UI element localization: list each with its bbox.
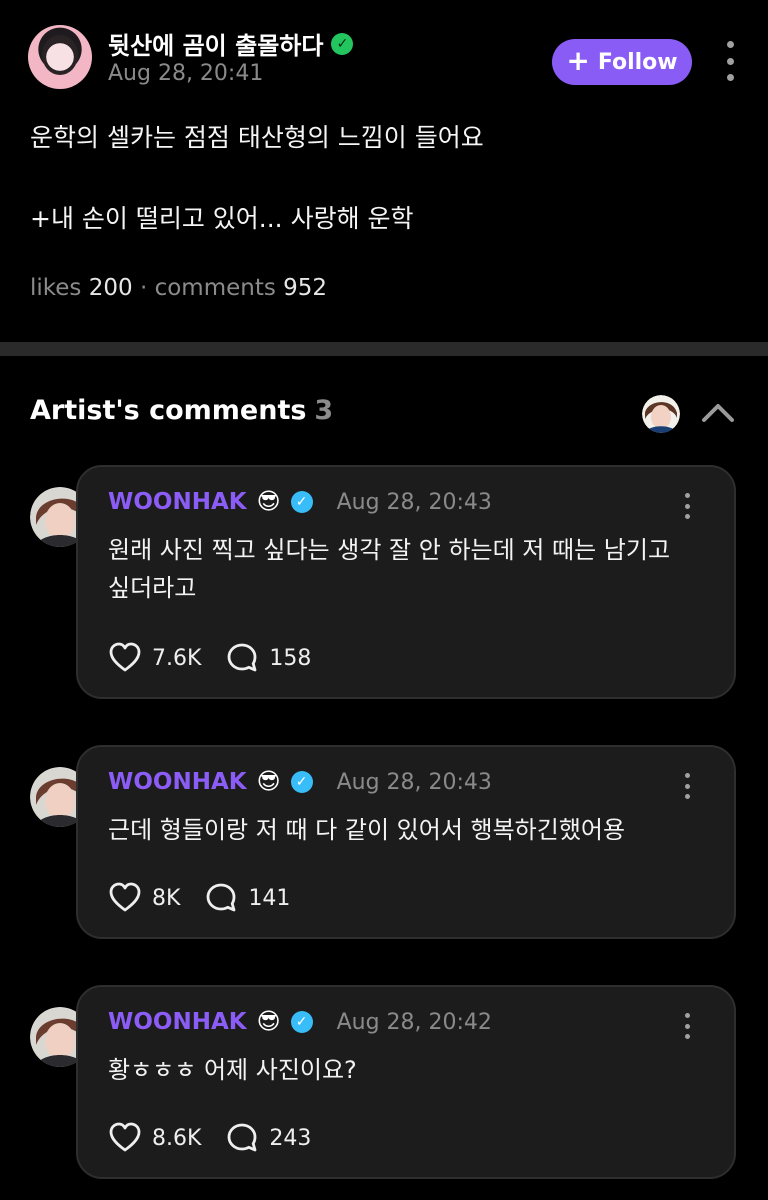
author-avatar[interactable]	[28, 25, 92, 89]
comment-card[interactable]: WOONHAK 😎 ✓ Aug 28, 20:42 황ㅎㅎㅎ 어제 사진이요? …	[76, 985, 736, 1179]
likes-count: 200	[88, 275, 133, 301]
post-line-1: 운학의 셀카는 점점 태산형의 느낌이 들어요	[30, 123, 484, 152]
post-time: Aug 28, 20:41	[108, 61, 264, 86]
comment-header: WOONHAK 😎 ✓ Aug 28, 20:43	[108, 489, 492, 515]
comment-actions: 8K 141	[108, 881, 290, 915]
reply-count: 158	[269, 645, 312, 671]
like-button[interactable]: 8K	[108, 881, 180, 915]
comments-count[interactable]: 952	[283, 275, 327, 301]
comment-more-icon[interactable]	[682, 493, 692, 519]
reply-count: 141	[248, 885, 291, 911]
reply-button[interactable]: 243	[225, 1121, 311, 1155]
stats-separator: ·	[139, 275, 155, 301]
reply-button[interactable]: 141	[204, 881, 290, 915]
collapse-chevron-up-icon[interactable]	[700, 400, 736, 424]
commenter-emoji: 😎	[256, 1008, 281, 1035]
reply-count: 243	[269, 1125, 312, 1151]
comment-text: 근데 형들이랑 저 때 다 같이 있어서 행복하긴했어용	[108, 816, 626, 844]
comment-card[interactable]: WOONHAK 😎 ✓ Aug 28, 20:43 근데 형들이랑 저 때 다 …	[76, 745, 736, 939]
reply-bubble-icon	[228, 643, 257, 672]
artist-comments-title: Artist's comments 3	[30, 395, 334, 426]
comment-time: Aug 28, 20:43	[336, 489, 492, 515]
verified-badge-icon: ✓	[290, 1011, 313, 1033]
verified-badge-icon: ✓	[331, 32, 354, 55]
comments-label[interactable]: comments	[155, 275, 276, 301]
comment-more-icon[interactable]	[682, 1013, 692, 1039]
reply-bubble-icon	[228, 1123, 257, 1152]
verified-badge-icon: ✓	[290, 491, 313, 513]
post-body: 운학의 셀카는 점점 태산형의 느낌이 들어요 +내 손이 떨리고 있어... …	[30, 119, 740, 238]
like-button[interactable]: 7.6K	[108, 641, 201, 675]
artist-comments-header: Artist's comments 3	[30, 395, 738, 439]
commenter-name[interactable]: WOONHAK	[108, 1009, 247, 1035]
commenter-name[interactable]: WOONHAK	[108, 489, 247, 515]
comment-text: 황ㅎㅎㅎ 어제 사진이요?	[108, 1056, 357, 1084]
like-count: 7.6K	[152, 645, 202, 671]
comment-more-icon[interactable]	[682, 773, 692, 799]
comment-time: Aug 28, 20:42	[336, 1009, 492, 1035]
post-more-icon[interactable]	[720, 41, 740, 81]
author-name-text: 뒷산에 곰이 출몰하다	[108, 32, 324, 60]
artist-avatar[interactable]	[642, 395, 680, 433]
comment-header: WOONHAK 😎 ✓ Aug 28, 20:42	[108, 1009, 492, 1035]
post: 뒷산에 곰이 출몰하다 ✓ Aug 28, 20:41 + Follow 운학의…	[0, 0, 768, 342]
comment-card[interactable]: WOONHAK 😎 ✓ Aug 28, 20:43 원래 사진 찍고 싶다는 생…	[76, 465, 736, 699]
comment-header: WOONHAK 😎 ✓ Aug 28, 20:43	[108, 769, 492, 795]
reply-button[interactable]: 158	[225, 641, 311, 675]
commenter-name[interactable]: WOONHAK	[108, 769, 247, 795]
like-count: 8.6K	[152, 1125, 202, 1151]
comment-actions: 8.6K 243	[108, 1121, 311, 1155]
follow-label: Follow	[597, 49, 678, 75]
verified-badge-icon: ✓	[290, 771, 313, 793]
artist-comments-count: 3	[314, 395, 334, 426]
plus-icon: +	[566, 43, 590, 77]
comment-actions: 7.6K 158	[108, 641, 311, 675]
reply-bubble-icon	[207, 883, 236, 912]
section-divider	[0, 342, 768, 356]
likes-label: likes	[30, 275, 82, 301]
commenter-emoji: 😎	[256, 488, 281, 515]
heart-icon	[109, 642, 141, 672]
post-line-2: +내 손이 떨리고 있어... 사랑해 운학	[30, 204, 414, 233]
like-count: 8K	[152, 885, 181, 911]
like-button[interactable]: 8.6K	[108, 1121, 201, 1155]
comment-text: 원래 사진 찍고 싶다는 생각 잘 안 하는데 저 때는 남기고 싶더라고	[108, 536, 671, 602]
author-name[interactable]: 뒷산에 곰이 출몰하다 ✓	[108, 26, 354, 61]
heart-icon	[109, 882, 141, 912]
comment-time: Aug 28, 20:43	[336, 769, 492, 795]
commenter-emoji: 😎	[256, 768, 281, 795]
post-stats: likes 200 · comments 952	[30, 275, 327, 301]
heart-icon	[109, 1122, 141, 1152]
follow-button[interactable]: + Follow	[552, 39, 692, 85]
